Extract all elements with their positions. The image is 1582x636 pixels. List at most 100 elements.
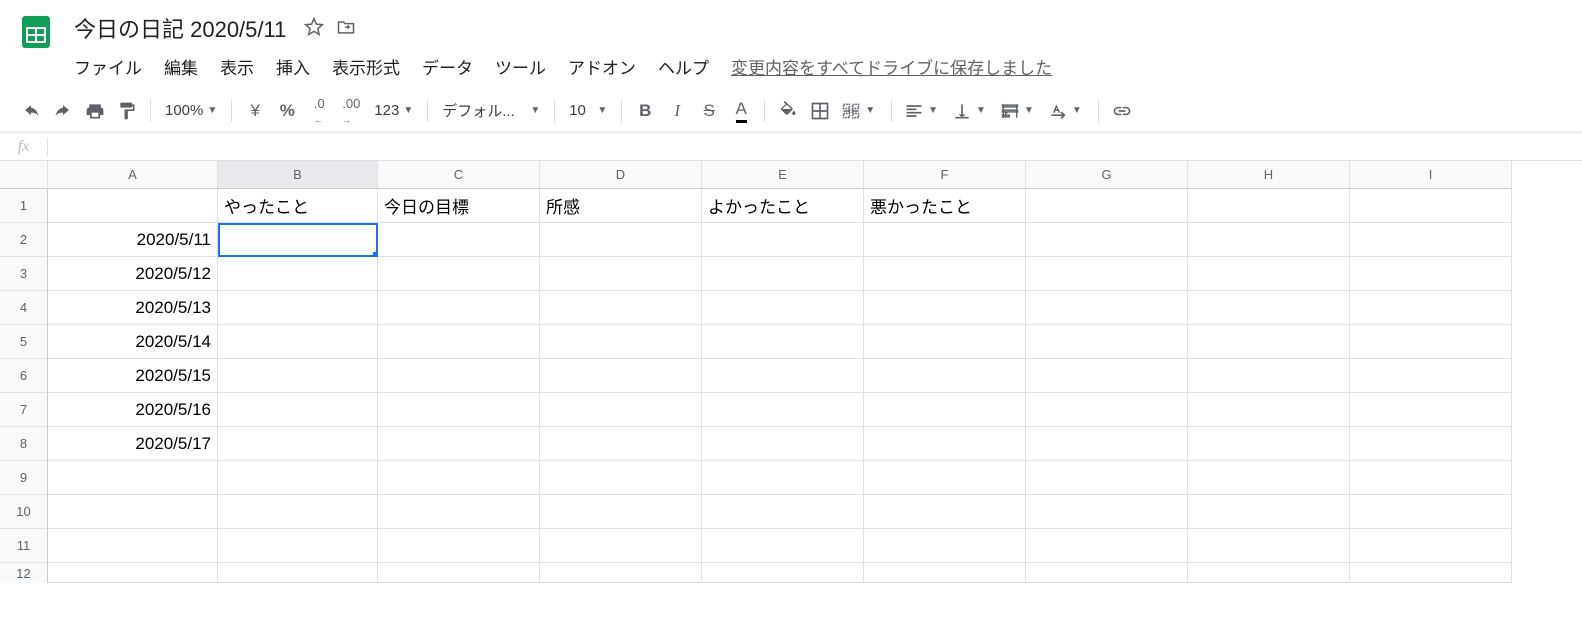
cell[interactable] bbox=[540, 495, 702, 529]
cell[interactable]: やったこと bbox=[218, 189, 378, 223]
cell[interactable] bbox=[864, 359, 1026, 393]
cell[interactable]: 2020/5/15 bbox=[48, 359, 218, 393]
column-header[interactable]: D bbox=[540, 161, 702, 189]
cell[interactable] bbox=[218, 427, 378, 461]
cell[interactable] bbox=[702, 393, 864, 427]
cell[interactable] bbox=[1026, 257, 1188, 291]
cell[interactable]: 2020/5/12 bbox=[48, 257, 218, 291]
cell[interactable] bbox=[702, 325, 864, 359]
cell[interactable] bbox=[48, 461, 218, 495]
cell[interactable] bbox=[702, 257, 864, 291]
cell[interactable] bbox=[864, 393, 1026, 427]
redo-button[interactable] bbox=[48, 96, 78, 126]
text-rotation-button[interactable]: ▼ bbox=[1044, 96, 1090, 126]
cell[interactable] bbox=[1188, 393, 1350, 427]
cell[interactable] bbox=[1026, 529, 1188, 563]
print-button[interactable] bbox=[80, 96, 110, 126]
cell[interactable] bbox=[218, 291, 378, 325]
cell[interactable] bbox=[540, 223, 702, 257]
cell[interactable] bbox=[218, 393, 378, 427]
cell[interactable] bbox=[540, 393, 702, 427]
formula-input[interactable] bbox=[48, 133, 1582, 160]
cell[interactable] bbox=[864, 257, 1026, 291]
cell[interactable]: 2020/5/17 bbox=[48, 427, 218, 461]
cell[interactable] bbox=[1188, 563, 1350, 583]
row-header[interactable]: 5 bbox=[0, 325, 48, 359]
cell[interactable] bbox=[864, 461, 1026, 495]
cell[interactable] bbox=[1188, 257, 1350, 291]
cell[interactable] bbox=[864, 563, 1026, 583]
fill-color-button[interactable] bbox=[773, 96, 803, 126]
column-header[interactable]: E bbox=[702, 161, 864, 189]
cell[interactable] bbox=[218, 223, 378, 257]
cell[interactable] bbox=[378, 325, 540, 359]
cell[interactable]: 所感 bbox=[540, 189, 702, 223]
column-header[interactable]: A bbox=[48, 161, 218, 189]
cell[interactable] bbox=[1350, 495, 1512, 529]
cell[interactable] bbox=[702, 495, 864, 529]
cell[interactable] bbox=[378, 461, 540, 495]
row-header[interactable]: 2 bbox=[0, 223, 48, 257]
cell[interactable]: よかったこと bbox=[702, 189, 864, 223]
cell[interactable] bbox=[378, 223, 540, 257]
cell[interactable] bbox=[218, 461, 378, 495]
cell[interactable] bbox=[48, 495, 218, 529]
column-header[interactable]: G bbox=[1026, 161, 1188, 189]
text-wrap-button[interactable]: ▼ bbox=[996, 96, 1042, 126]
cell[interactable] bbox=[1350, 529, 1512, 563]
column-header[interactable]: H bbox=[1188, 161, 1350, 189]
cell[interactable] bbox=[1188, 325, 1350, 359]
menu-data[interactable]: データ bbox=[412, 50, 483, 83]
menu-format[interactable]: 表示形式 bbox=[322, 50, 410, 83]
cell[interactable] bbox=[540, 427, 702, 461]
cell[interactable]: 今日の目標 bbox=[378, 189, 540, 223]
menu-tools[interactable]: ツール bbox=[485, 50, 556, 83]
cell[interactable]: 2020/5/16 bbox=[48, 393, 218, 427]
cell[interactable] bbox=[1026, 495, 1188, 529]
row-header[interactable]: 3 bbox=[0, 257, 48, 291]
decrease-decimal-button[interactable]: .0← bbox=[304, 96, 334, 126]
row-header[interactable]: 12 bbox=[0, 563, 48, 583]
menu-view[interactable]: 表示 bbox=[210, 50, 264, 83]
menu-addons[interactable]: アドオン bbox=[558, 50, 646, 83]
cell[interactable] bbox=[1350, 563, 1512, 583]
paint-format-button[interactable] bbox=[112, 96, 142, 126]
row-header[interactable]: 8 bbox=[0, 427, 48, 461]
cell[interactable] bbox=[1350, 461, 1512, 495]
cell[interactable] bbox=[702, 223, 864, 257]
cell[interactable] bbox=[218, 563, 378, 583]
italic-button[interactable]: I bbox=[662, 96, 692, 126]
merge-cells-button[interactable]: ▼ bbox=[837, 96, 883, 126]
cell[interactable] bbox=[1350, 427, 1512, 461]
cell[interactable] bbox=[218, 325, 378, 359]
cell[interactable] bbox=[1188, 495, 1350, 529]
cell[interactable] bbox=[378, 427, 540, 461]
cell[interactable] bbox=[540, 291, 702, 325]
cell[interactable] bbox=[48, 563, 218, 583]
cell[interactable] bbox=[864, 325, 1026, 359]
cell[interactable] bbox=[1350, 359, 1512, 393]
cell[interactable] bbox=[1350, 393, 1512, 427]
cell[interactable] bbox=[1026, 189, 1188, 223]
document-title[interactable]: 今日の日記 2020/5/11 bbox=[68, 10, 292, 46]
cell[interactable] bbox=[378, 257, 540, 291]
sheets-logo[interactable] bbox=[16, 12, 56, 52]
cell[interactable] bbox=[864, 291, 1026, 325]
row-header[interactable]: 9 bbox=[0, 461, 48, 495]
cell[interactable] bbox=[218, 257, 378, 291]
cell[interactable] bbox=[1188, 359, 1350, 393]
currency-button[interactable]: ¥ bbox=[240, 96, 270, 126]
save-status[interactable]: 変更内容をすべてドライブに保存しました bbox=[721, 50, 1062, 83]
cell[interactable] bbox=[1026, 427, 1188, 461]
row-header[interactable]: 11 bbox=[0, 529, 48, 563]
cell[interactable]: 2020/5/13 bbox=[48, 291, 218, 325]
cell[interactable] bbox=[702, 427, 864, 461]
cell[interactable] bbox=[218, 359, 378, 393]
star-icon[interactable] bbox=[304, 17, 324, 40]
cell[interactable] bbox=[540, 325, 702, 359]
cell[interactable] bbox=[1026, 393, 1188, 427]
cell[interactable] bbox=[1188, 427, 1350, 461]
row-header[interactable]: 6 bbox=[0, 359, 48, 393]
cell[interactable] bbox=[218, 495, 378, 529]
column-header[interactable]: C bbox=[378, 161, 540, 189]
